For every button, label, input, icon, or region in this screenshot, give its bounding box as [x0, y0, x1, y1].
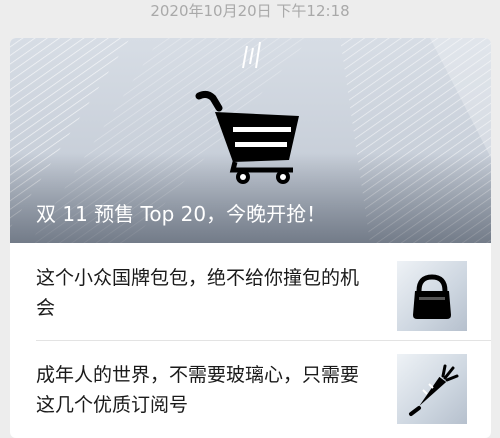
carrot-icon	[409, 364, 459, 416]
divider	[36, 340, 491, 341]
article-card: 双 11 预售 Top 20，今晚开抢！ 这个小众国牌包包，绝不给你撞包的机会 …	[10, 38, 491, 438]
list-item[interactable]: 这个小众国牌包包，绝不给你撞包的机会	[10, 243, 491, 343]
brand-logo-icon	[242, 41, 261, 69]
handbag-icon	[413, 274, 451, 319]
article-title: 成年人的世界，不需要玻璃心，只需要这几个优质订阅号	[36, 364, 360, 416]
hero-article[interactable]: 双 11 预售 Top 20，今晚开抢！	[10, 38, 491, 243]
list-item[interactable]: 成年人的世界，不需要玻璃心，只需要这几个优质订阅号	[10, 343, 491, 438]
hero-title: 双 11 预售 Top 20，今晚开抢！	[36, 202, 327, 226]
article-thumbnail	[397, 261, 467, 331]
message-timestamp: 2020年10月20日 下午12:18	[150, 2, 350, 20]
article-thumbnail	[397, 354, 467, 424]
article-title: 这个小众国牌包包，绝不给你撞包的机会	[36, 267, 360, 319]
shopping-cart-icon	[195, 90, 299, 184]
